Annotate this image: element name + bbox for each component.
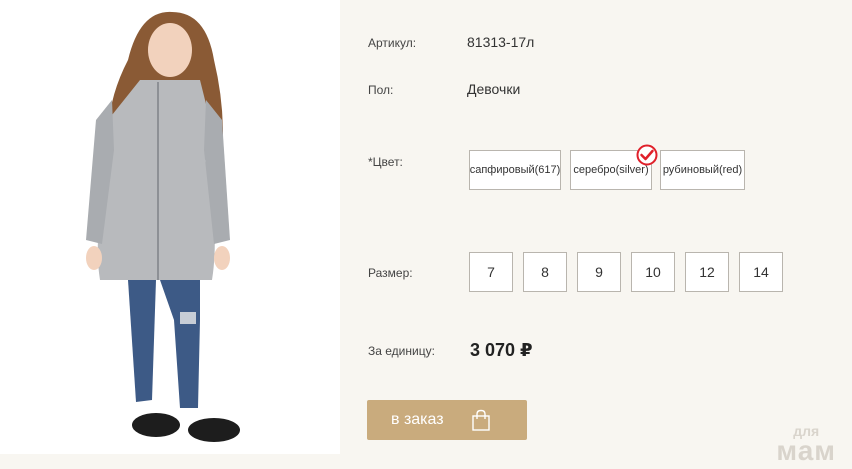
size-option-12[interactable]: 12 [685, 252, 729, 292]
size-option-8[interactable]: 8 [523, 252, 567, 292]
color-option-sapphire[interactable]: сапфировый(617) [469, 150, 561, 190]
article-value: 81313-17л [467, 34, 535, 50]
color-option-label: рубиновый(red) [662, 164, 743, 176]
size-option-label: 8 [541, 264, 549, 280]
color-option-ruby[interactable]: рубиновый(red) [660, 150, 745, 190]
shopping-bag-icon [472, 409, 490, 431]
watermark-line2: мам [776, 434, 836, 466]
size-option-10[interactable]: 10 [631, 252, 675, 292]
size-option-label: 7 [487, 264, 495, 280]
product-details: Артикул: 81313-17л Пол: Девочки *Цвет: с… [340, 0, 852, 469]
size-option-label: 10 [645, 264, 661, 280]
color-option-label: сапфировый(617) [469, 164, 561, 176]
size-option-7[interactable]: 7 [469, 252, 513, 292]
article-label: Артикул: [368, 36, 417, 50]
size-option-label: 9 [595, 264, 603, 280]
size-option-9[interactable]: 9 [577, 252, 621, 292]
price-value: 3 070 ₽ [470, 340, 533, 360]
size-option-label: 12 [699, 264, 715, 280]
gender-value: Девочки [467, 81, 521, 97]
price-label: За единицу: [368, 344, 435, 358]
gender-label: Пол: [368, 83, 394, 97]
order-button-label: в заказ [391, 411, 444, 428]
product-photo [0, 0, 340, 454]
size-option-14[interactable]: 14 [739, 252, 783, 292]
color-label: *Цвет: [368, 155, 403, 169]
size-option-label: 14 [753, 264, 769, 280]
size-label: Размер: [368, 266, 413, 280]
watermark-logo: для мам [776, 424, 836, 466]
order-button[interactable]: в заказ [367, 400, 527, 440]
selected-check-icon [636, 144, 658, 166]
